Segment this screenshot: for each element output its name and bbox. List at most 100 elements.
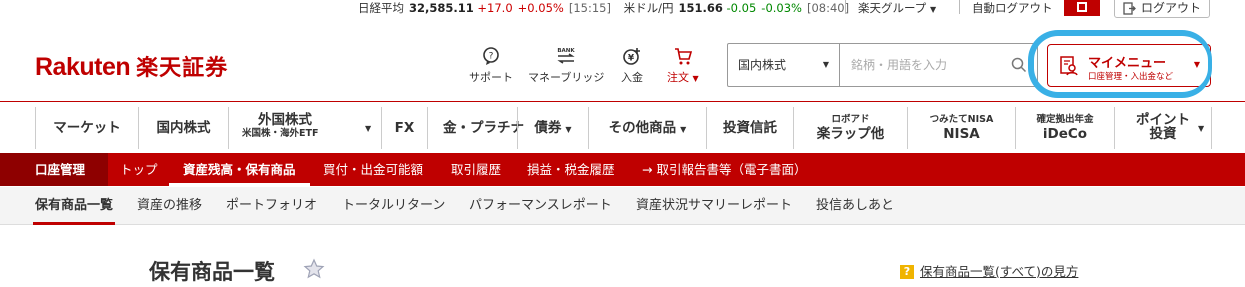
chevron-down-icon: ▼	[1198, 124, 1205, 133]
chevron-down-icon: ▼	[365, 124, 372, 133]
chevron-down-icon: ▼	[822, 60, 829, 69]
nikkei-change: +17.0	[477, 1, 513, 15]
tab-asset-summary[interactable]: 資産状況サマリーレポート	[636, 187, 792, 225]
chevron-down-icon: ▼	[692, 74, 699, 83]
nikkei-label: 日経平均	[358, 1, 404, 15]
nav-ideco[interactable]: 確定拠出年金 iDeCo	[1015, 107, 1114, 149]
logo-jp: 楽天証券	[136, 55, 229, 80]
nav-domestic-stock[interactable]: 国内株式	[138, 107, 228, 149]
nav-investment-trust[interactable]: 投資信託	[706, 107, 793, 149]
auto-logout-label: 自動ログアウト	[972, 1, 1053, 15]
nav-bonds-label: 債券	[534, 120, 562, 136]
support-button[interactable]: ? サポート	[469, 46, 513, 85]
market-select[interactable]: 国内株式 ▼	[728, 44, 840, 86]
nav-investment-trust-label: 投資信託	[723, 120, 777, 136]
market-select-value: 国内株式	[738, 58, 787, 72]
search-input[interactable]	[841, 44, 1007, 86]
nikkei-value: 32,585.11	[409, 1, 474, 15]
nav-domestic-stock-label: 国内株式	[156, 120, 211, 136]
chevron-down-icon: ▼	[565, 125, 572, 134]
divider	[959, 0, 960, 14]
nav-ideco-label2: iDeCo	[1042, 126, 1088, 142]
usd-change: -0.05	[726, 1, 757, 15]
tab-performance-report[interactable]: パフォーマンスレポート	[469, 187, 612, 225]
chevron-down-icon: ▼	[929, 5, 937, 14]
nav-other-products[interactable]: その他商品 ▼	[588, 107, 706, 149]
svg-text:?: ?	[489, 52, 494, 62]
nav-point-investment-label2: 投資	[1149, 126, 1177, 142]
rakuten-logo[interactable]: Rakuten 楽天証券	[35, 50, 228, 82]
page-root: 日経平均 32,585.11 +17.0 +0.05% [15:15] 米ドル/円 15…	[0, 0, 1245, 287]
nav-foreign-stock[interactable]: 外国株式 米国株・海外ETF ▼	[228, 107, 381, 149]
header-divider	[0, 101, 1245, 102]
nav-foreign-stock-sub: 米国株・海外ETF	[242, 128, 319, 139]
help-link-label: 保有商品一覧(すべて)の見方	[920, 264, 1079, 279]
logout-button[interactable]: ログアウト	[1114, 0, 1210, 18]
deposit-label: 入金	[621, 71, 643, 84]
tab-fund-footprint[interactable]: 投信あしあと	[816, 187, 894, 225]
account-nav: 口座管理 トップ 資産残高・保有商品 買付・出金可能額 取引履歴 損益・税金履歴…	[0, 153, 1245, 186]
help-link[interactable]: ? 保有商品一覧(すべて)の見方	[900, 261, 1078, 280]
usd-time: [08:40]	[806, 1, 850, 15]
logo-en: Rakuten	[35, 53, 131, 81]
stop-icon	[1077, 2, 1087, 12]
tab-total-return[interactable]: トータルリターン	[342, 187, 445, 225]
nav-market[interactable]: マーケット	[35, 107, 138, 149]
usd-label: 米ドル/円	[623, 1, 674, 15]
account-nav-available[interactable]: 買付・出金可能額	[323, 153, 423, 186]
nav-robo-advisor-label2: 楽ラップ他	[816, 126, 885, 142]
usd-pct: -0.03%	[761, 1, 802, 15]
divider	[845, 0, 846, 14]
auto-logout-toggle[interactable]	[1064, 0, 1100, 16]
nav-nisa-label: つみたてNISA	[929, 114, 994, 125]
deposit-button[interactable]: ¥ 入金	[621, 46, 643, 85]
support-label: サポート	[469, 71, 513, 84]
tab-asset-trend[interactable]: 資産の推移	[137, 187, 202, 225]
nav-fx[interactable]: FX	[381, 107, 427, 149]
nav-point-investment[interactable]: ポイント 投資 ▼	[1114, 107, 1212, 149]
account-nav-pl-tax[interactable]: 損益・税金履歴	[527, 153, 615, 186]
order-label: 注文	[667, 71, 689, 84]
nav-other-products-label: その他商品	[608, 120, 677, 136]
nav-foreign-stock-label: 外国株式	[258, 112, 312, 128]
nikkei-pct: +0.05%	[517, 1, 564, 15]
annotation-highlight-circle	[1028, 30, 1212, 98]
search-icon[interactable]	[1011, 57, 1027, 73]
account-nav-label: 口座管理	[0, 153, 108, 186]
money-bridge-label: マネーブリッジ	[528, 71, 605, 84]
account-nav-top[interactable]: トップ	[120, 153, 158, 186]
nav-point-investment-label: ポイント	[1136, 112, 1190, 128]
star-icon[interactable]	[303, 258, 325, 280]
svg-text:BANK: BANK	[558, 48, 576, 54]
support-icon: ?	[483, 47, 499, 65]
market-ticker: 日経平均 32,585.11 +17.0 +0.05% [15:15] 米ドル/円 15…	[358, 0, 854, 16]
nav-robo-advisor-label: ロボアド	[831, 114, 870, 125]
help-icon: ?	[900, 265, 914, 279]
cart-icon	[674, 48, 692, 65]
account-nav-balance[interactable]: 資産残高・保有商品	[169, 153, 309, 186]
nav-ideco-label: 確定拠出年金	[1036, 114, 1094, 125]
nav-bonds[interactable]: 債券 ▼	[517, 107, 588, 149]
tab-holdings[interactable]: 保有商品一覧	[32, 187, 116, 225]
nav-market-label: マーケット	[53, 120, 121, 136]
money-bridge-button[interactable]: BANK マネーブリッジ	[528, 46, 604, 85]
nav-nisa[interactable]: つみたてNISA NISA	[907, 107, 1015, 149]
page-title: 保有商品一覧	[149, 260, 275, 284]
order-button[interactable]: 注文 ▼	[667, 46, 699, 85]
bank-icon: BANK	[558, 48, 576, 64]
account-nav-reports[interactable]: → 取引報告書等（電子書面）	[642, 153, 806, 186]
nikkei-time: [15:15]	[568, 1, 611, 15]
svg-text:¥: ¥	[628, 54, 635, 64]
chevron-down-icon: ▼	[680, 125, 687, 134]
sub-nav: 保有商品一覧 資産の推移 ポートフォリオ トータルリターン パフォーマンスレポー…	[0, 187, 1245, 225]
logout-label: ログアウト	[1141, 1, 1202, 15]
tab-portfolio[interactable]: ポートフォリオ	[226, 187, 317, 225]
nav-robo-advisor[interactable]: ロボアド 楽ラップ他	[793, 107, 907, 149]
deposit-icon: ¥	[623, 48, 640, 65]
usd-value: 151.66	[678, 1, 723, 15]
rakuten-group-link[interactable]: 楽天グループ ▼	[858, 0, 936, 18]
nav-gold-platinum-label: 金・プラチナ	[443, 120, 524, 136]
nav-fx-label: FX	[394, 120, 415, 136]
search-box: 国内株式 ▼	[727, 43, 1038, 87]
account-nav-history[interactable]: 取引履歴	[451, 153, 501, 186]
